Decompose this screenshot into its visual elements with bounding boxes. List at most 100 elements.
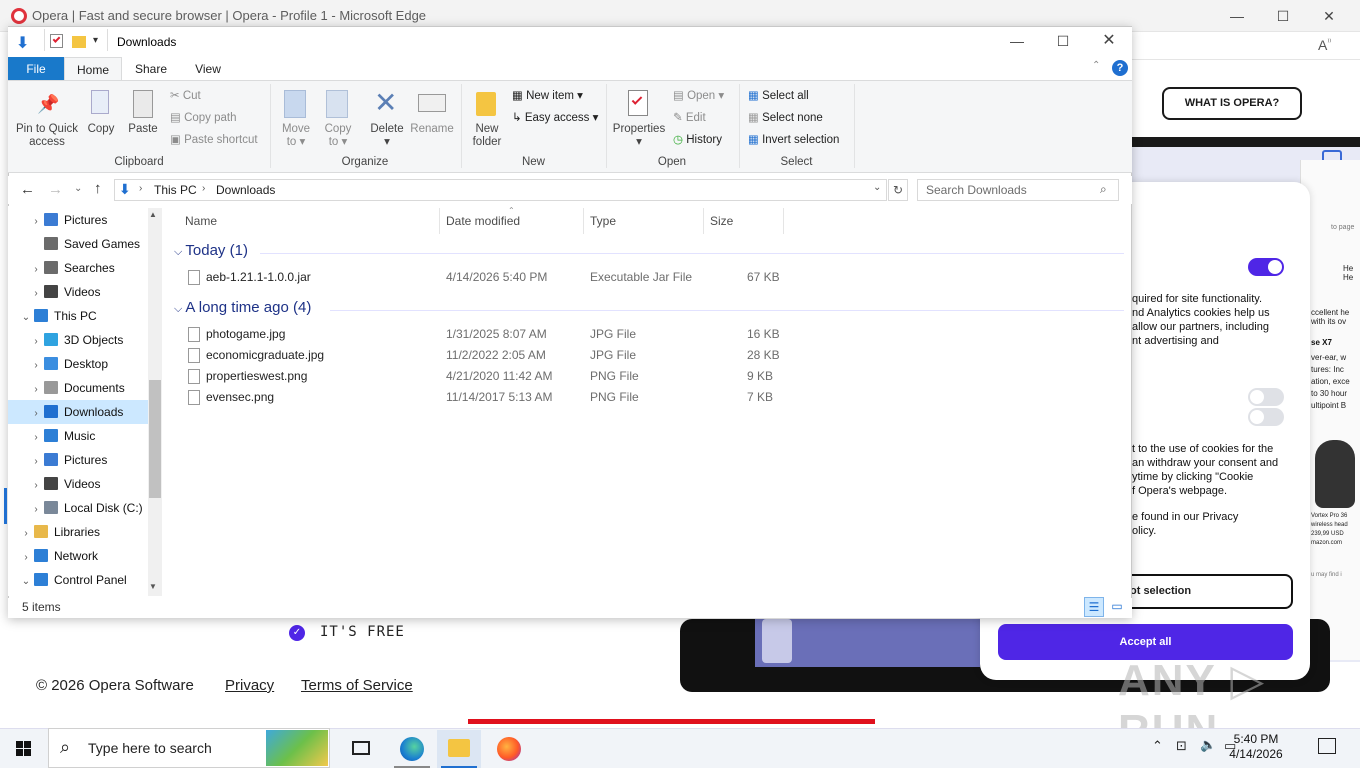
firefox-taskbar-icon[interactable] xyxy=(486,730,530,768)
nav-item[interactable]: › Network xyxy=(8,544,148,568)
forward-arrow-icon[interactable]: → xyxy=(48,181,63,198)
search-input[interactable]: Search Downloads ⌕ xyxy=(917,179,1119,201)
file-row[interactable]: evensec.png 11/14/2017 5:13 AM PNG File 7 K… xyxy=(170,387,1130,408)
tab-file[interactable]: File xyxy=(8,57,64,81)
chevron-down-icon[interactable]: ⌄ xyxy=(18,306,34,330)
easy-access-button[interactable]: ↳ Easy access ▾ xyxy=(512,111,598,125)
nav-item[interactable]: ⌄ This PC xyxy=(8,304,148,328)
paste-shortcut-button[interactable]: ▣ Paste shortcut xyxy=(170,133,258,147)
new-folder-button[interactable]: New folder xyxy=(468,88,506,152)
large-icons-view-icon[interactable]: ▭ xyxy=(1108,597,1126,615)
edge-maximize-button[interactable]: ☐ xyxy=(1260,0,1306,32)
task-view-button[interactable] xyxy=(340,730,384,768)
column-type[interactable]: Type xyxy=(590,214,616,228)
properties-button[interactable]: Properties ▾ xyxy=(612,88,666,152)
file-row[interactable]: economicgraduate.jpg 11/2/2022 2:05 AM JPG… xyxy=(170,345,1130,366)
cookie-toggle-off[interactable] xyxy=(1248,388,1284,406)
file-row[interactable]: photogame.jpg 1/31/2025 8:07 AM JPG File 16… xyxy=(170,324,1130,345)
paste-button[interactable]: Paste xyxy=(126,88,160,140)
chevron-right-icon[interactable]: › xyxy=(28,498,44,522)
chevron-right-icon[interactable]: › xyxy=(28,378,44,402)
what-is-opera-button[interactable]: WHAT IS OPERA? xyxy=(1162,87,1302,120)
cookie-privacy-text[interactable]: e found in our Privacy olicy. xyxy=(1132,510,1302,538)
copy-button[interactable]: Copy xyxy=(86,90,116,140)
details-view-icon[interactable]: ☰ xyxy=(1084,597,1104,617)
chevron-right-icon[interactable]: › xyxy=(28,258,44,282)
column-separator[interactable] xyxy=(583,208,584,234)
group-header[interactable]: ⌵ A long time ago (4) xyxy=(174,299,311,316)
back-arrow-icon[interactable]: ← xyxy=(20,181,35,198)
nav-item[interactable]: › Downloads xyxy=(8,400,148,424)
column-name[interactable]: Name xyxy=(185,214,217,228)
move-to-button[interactable]: Move to ▾ xyxy=(278,88,314,152)
delete-button[interactable]: ✕ Delete ▾ xyxy=(368,88,406,152)
edit-button[interactable]: ✎ Edit xyxy=(673,111,706,125)
chevron-right-icon[interactable]: › xyxy=(28,354,44,378)
customize-qat-icon[interactable]: ▾ xyxy=(93,35,98,46)
show-hidden-icons-icon[interactable]: ⌃ xyxy=(1152,738,1163,754)
history-button[interactable]: ◷ History xyxy=(673,133,722,147)
chevron-right-icon[interactable]: › xyxy=(28,282,44,306)
explorer-close-button[interactable]: ✕ xyxy=(1086,26,1132,56)
pin-to-quick-access-button[interactable]: 📌 Pin to Quick access xyxy=(12,90,82,154)
nav-item[interactable]: Saved Games xyxy=(8,232,148,256)
nav-item[interactable]: › Videos xyxy=(8,280,148,304)
nav-item[interactable]: › Local Disk (C:) xyxy=(8,496,148,520)
nav-item[interactable]: › Music xyxy=(8,424,148,448)
breadcrumb-this-pc[interactable]: This PC xyxy=(154,183,197,197)
nav-item[interactable]: › Pictures xyxy=(8,448,148,472)
volume-icon[interactable]: 🔈 xyxy=(1200,737,1216,753)
chevron-right-icon[interactable]: › xyxy=(28,426,44,450)
edge-taskbar-icon[interactable] xyxy=(390,730,434,768)
read-aloud-icon[interactable]: A⁾⁾ xyxy=(1318,37,1331,53)
tab-home[interactable]: Home xyxy=(64,57,122,81)
chevron-right-icon[interactable]: › xyxy=(28,450,44,474)
nav-scroll-thumb[interactable] xyxy=(149,380,161,498)
file-explorer-taskbar-icon[interactable] xyxy=(437,730,481,768)
help-icon[interactable]: ? xyxy=(1112,60,1128,76)
invert-selection-button[interactable]: ▦ Invert selection xyxy=(748,133,839,147)
chevron-right-icon[interactable]: › xyxy=(28,330,44,354)
nav-item[interactable]: ⌄ Control Panel xyxy=(8,568,148,592)
cut-button[interactable]: ✂ Cut xyxy=(170,89,201,103)
column-separator[interactable] xyxy=(703,208,704,234)
address-dropdown-icon[interactable]: ⌄ xyxy=(873,182,881,193)
group-header[interactable]: ⌵ Today (1) xyxy=(174,242,248,259)
cookie-toggle-on[interactable] xyxy=(1248,258,1284,276)
chevron-right-icon[interactable]: › xyxy=(18,522,34,546)
file-row[interactable]: aeb-1.21.1-1.0.0.jar 4/14/2026 5:40 PM Exe… xyxy=(170,267,1130,288)
chevron-right-icon[interactable]: › xyxy=(28,402,44,426)
new-folder-qat-icon[interactable] xyxy=(72,36,86,48)
refresh-icon[interactable]: ↻ xyxy=(888,179,908,201)
column-date-modified[interactable]: Date modified xyxy=(446,214,520,228)
nav-item[interactable]: › Pictures xyxy=(8,208,148,232)
select-all-button[interactable]: ▦ Select all xyxy=(748,89,809,103)
properties-qat-icon[interactable] xyxy=(50,34,63,48)
copy-path-button[interactable]: ▤ Copy path xyxy=(170,111,237,125)
scroll-up-icon[interactable]: ▲ xyxy=(149,210,157,219)
address-bar[interactable]: ⬇ › This PC › Downloads ⌄ xyxy=(114,179,887,201)
open-button[interactable]: ▤ Open ▾ xyxy=(673,89,724,103)
up-arrow-icon[interactable]: ↑ xyxy=(94,180,102,197)
tab-view[interactable]: View xyxy=(180,57,236,81)
column-separator[interactable] xyxy=(439,208,440,234)
chevron-right-icon[interactable]: › xyxy=(28,474,44,498)
nav-item[interactable]: › 3D Objects xyxy=(8,328,148,352)
taskbar-clock[interactable]: 5:40 PM 4/14/2026 xyxy=(1224,732,1288,762)
explorer-minimize-button[interactable]: — xyxy=(994,26,1040,56)
nav-item[interactable]: › Libraries xyxy=(8,520,148,544)
column-separator[interactable] xyxy=(783,208,784,234)
chevron-down-icon[interactable]: ⌄ xyxy=(18,570,34,594)
collapse-ribbon-icon[interactable]: ⌃ xyxy=(1092,60,1100,71)
new-item-button[interactable]: ▦ New item ▾ xyxy=(512,89,583,103)
file-row[interactable]: propertieswest.png 4/21/2020 11:42 AM PNG … xyxy=(170,366,1130,387)
network-icon[interactable]: ⊡ xyxy=(1176,738,1187,754)
select-none-button[interactable]: ▦ Select none xyxy=(748,111,823,125)
scroll-down-icon[interactable]: ▼ xyxy=(149,582,157,591)
nav-item[interactable]: › Searches xyxy=(8,256,148,280)
rename-button[interactable]: Rename xyxy=(410,88,454,138)
edge-close-button[interactable]: ✕ xyxy=(1306,0,1352,32)
nav-item[interactable]: › Desktop xyxy=(8,352,148,376)
tab-share[interactable]: Share xyxy=(122,57,180,81)
nav-item[interactable]: › Documents xyxy=(8,376,148,400)
